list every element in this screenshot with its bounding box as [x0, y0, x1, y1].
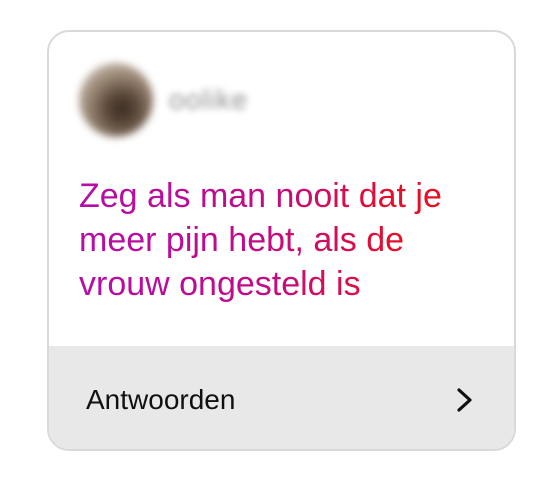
- reply-label: Antwoorden: [86, 383, 236, 415]
- question-sticker-card: oolike Zeg als man nooit dat je meer pij…: [47, 30, 516, 451]
- question-text: Zeg als man nooit dat je meer pijn hebt,…: [79, 174, 499, 306]
- avatar: [79, 63, 153, 137]
- post-header: oolike: [79, 63, 249, 137]
- reply-button[interactable]: Antwoorden: [49, 346, 514, 449]
- chevron-right-icon: [456, 387, 474, 413]
- username: oolike: [169, 84, 249, 115]
